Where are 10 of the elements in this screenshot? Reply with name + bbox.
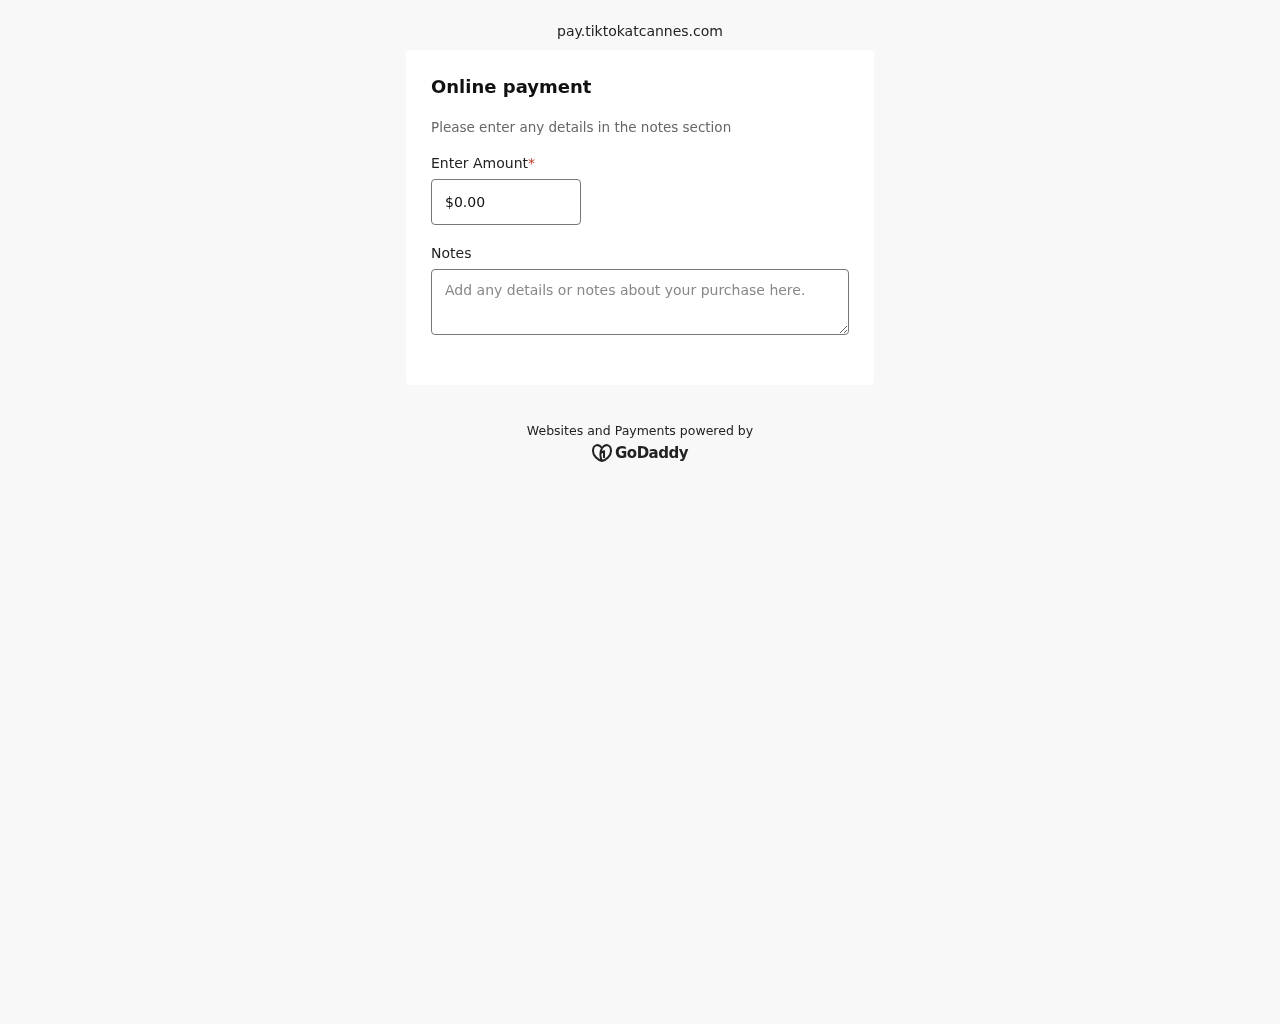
- form-title: Online payment: [431, 76, 593, 97]
- amount-label: Enter Amount*: [431, 155, 537, 171]
- notes-field[interactable]: Add any details or notes about your purchase here.: [431, 269, 849, 335]
- brand-name: GoDaddy: [615, 444, 688, 462]
- amount-field[interactable]: $0.00: [431, 179, 581, 225]
- form-subtitle: Please enter any details in the notes section: [431, 119, 733, 135]
- powered-by-text: Websites and Payments powered by: [526, 423, 754, 438]
- notes-label: Notes: [431, 245, 473, 261]
- logo-icon: [592, 444, 612, 462]
- site-domain: pay.tiktokatcannes.com: [557, 22, 723, 41]
